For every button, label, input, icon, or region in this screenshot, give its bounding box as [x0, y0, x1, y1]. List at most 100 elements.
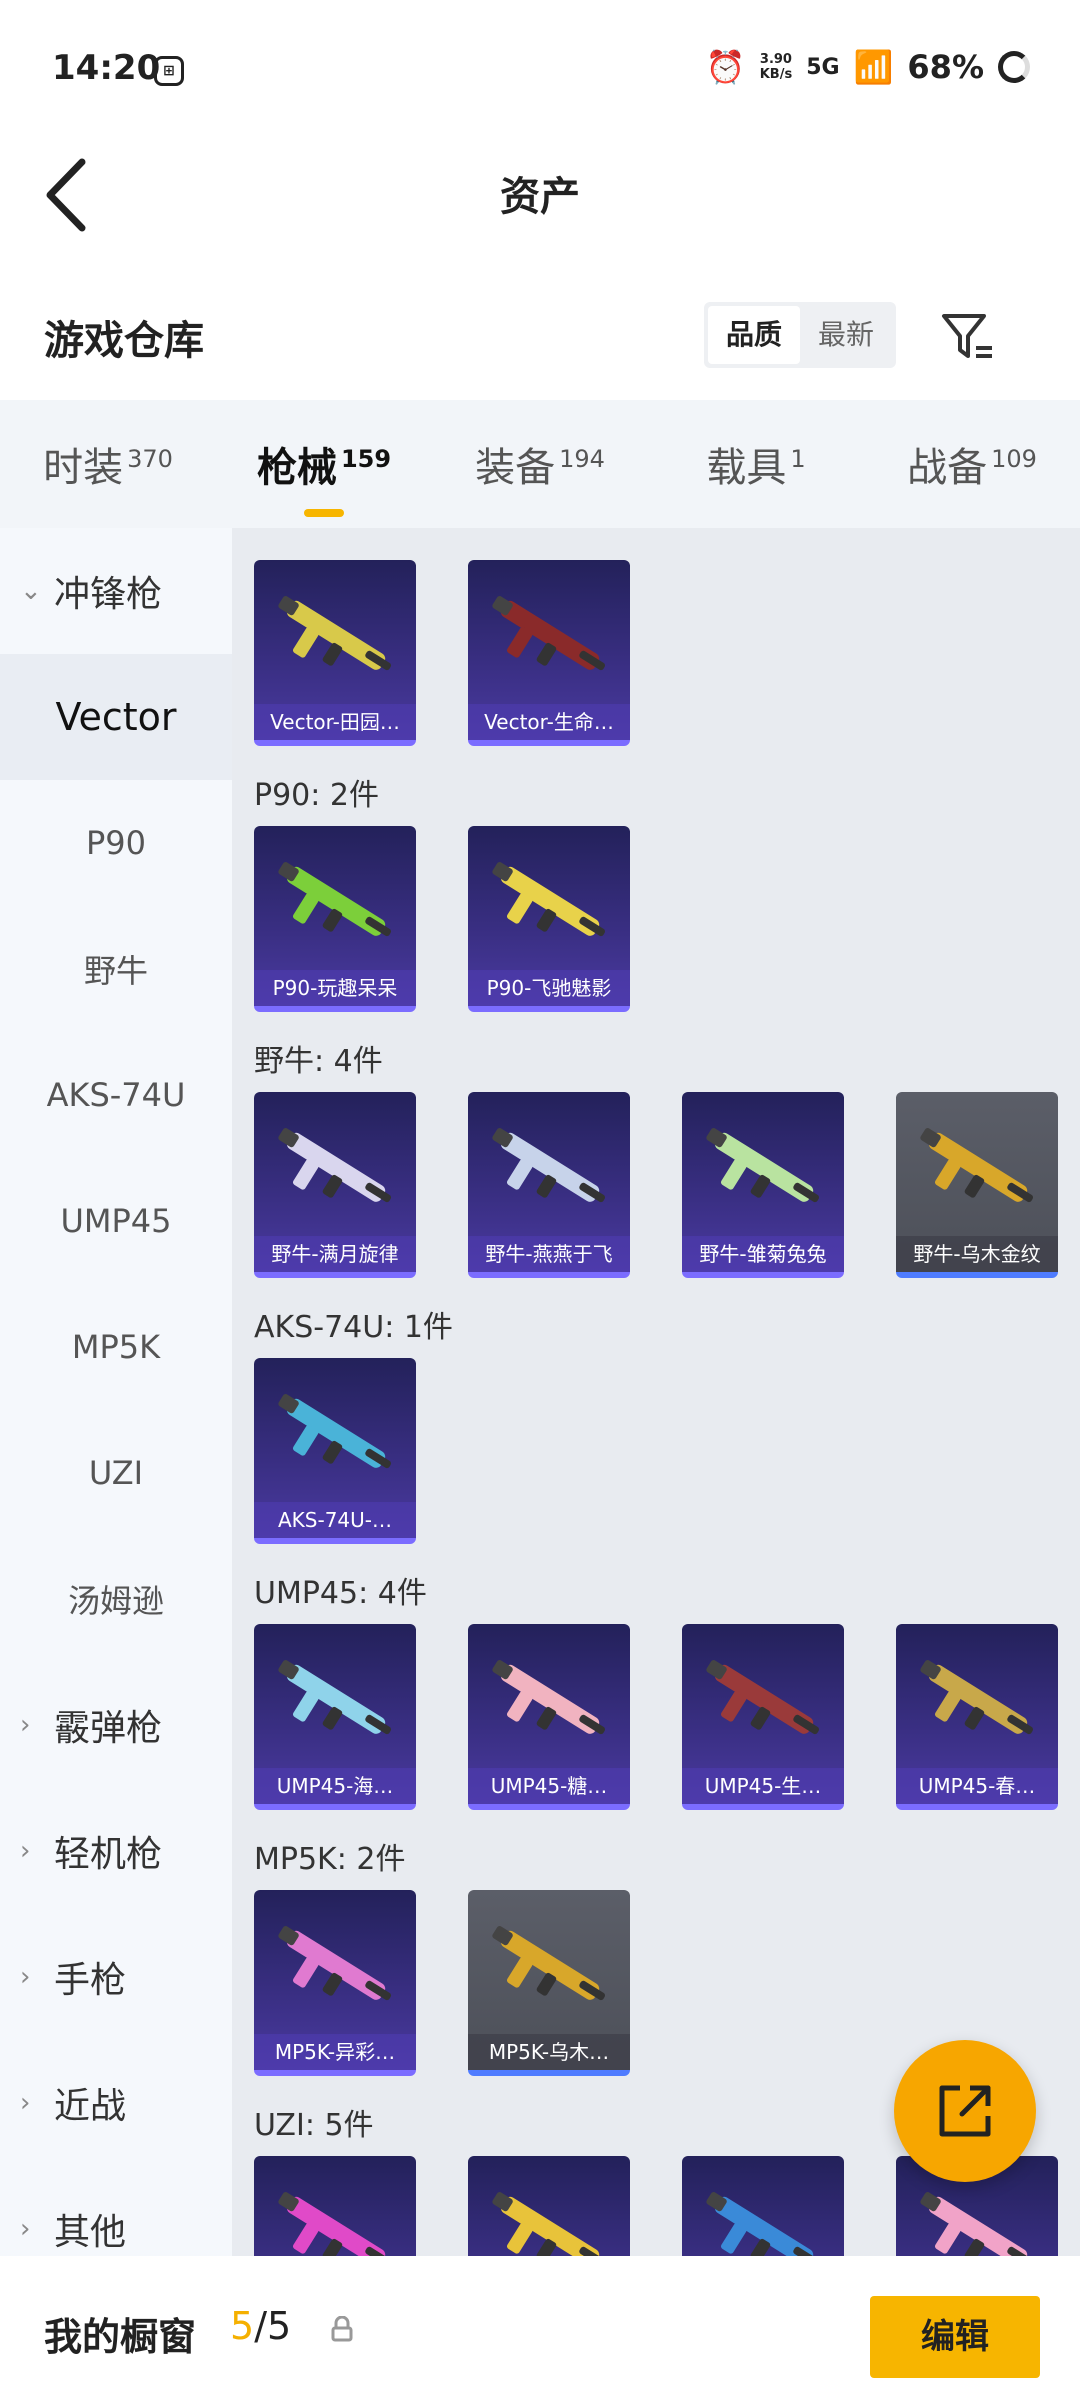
weapon-icon: [492, 596, 606, 671]
sidebar-item-8[interactable]: 汤姆逊: [0, 1536, 232, 1662]
sidebar-item-label: 手枪: [54, 1960, 127, 2001]
tab-label: 装备: [475, 445, 556, 491]
sidebar-item-0[interactable]: ⌄ 冲锋枪: [0, 528, 232, 654]
group-label: MP5K: 2件: [254, 1842, 406, 1877]
tab-count: 370: [127, 445, 173, 473]
clock: 14:20: [52, 48, 161, 88]
tab-3[interactable]: 载具 1: [648, 435, 864, 493]
battery-text: 68%: [907, 48, 984, 86]
weapon-card[interactable]: UMP45-春…: [896, 1624, 1058, 1810]
edit-button[interactable]: 编辑: [870, 2296, 1040, 2378]
tab-2[interactable]: 装备 194: [432, 435, 648, 493]
weapon-grid: Vector-田园… Vector-生命… P90: 2件 P90-玩趣呆呆 P90-飞…: [232, 528, 1080, 2256]
weapon-card[interactable]: [682, 2156, 844, 2256]
weapon-name: 野牛-雏菊兔兔: [682, 1236, 844, 1272]
weapon-icon: [492, 2192, 606, 2256]
sidebar-item-10[interactable]: › 轻机枪: [0, 1788, 232, 1914]
sidebar-item-12[interactable]: › 近战: [0, 2040, 232, 2166]
sidebar-item-label: 冲锋枪: [54, 574, 163, 615]
sort-toggle: 品质 最新: [704, 302, 896, 368]
sidebar-item-label: 汤姆逊: [67, 1582, 164, 1620]
tab-1[interactable]: 枪械 159: [216, 435, 432, 517]
sidebar-item-label: P90: [85, 824, 146, 862]
warehouse-header: 游戏仓库 品质 最新: [0, 250, 1080, 400]
chevron-down-icon: ⌄: [20, 576, 42, 606]
weapon-card[interactable]: AKS-74U-…: [254, 1358, 416, 1544]
weapon-name: 野牛-乌木金纹: [896, 1236, 1058, 1272]
sidebar-item-9[interactable]: › 霰弹枪: [0, 1662, 232, 1788]
sidebar-item-label: 霰弹枪: [54, 1708, 163, 1749]
weapon-name: UMP45-糖…: [468, 1768, 630, 1804]
sidebar-item-label: Vector: [55, 695, 177, 739]
sidebar-item-3[interactable]: 野牛: [0, 906, 232, 1032]
status-icons: ⏰ 3.90 KB/s 5G 📶 68%: [706, 48, 1030, 86]
tab-count: 159: [340, 445, 392, 473]
weapon-name: UMP45-海…: [254, 1768, 416, 1804]
weapon-name: Vector-生命…: [468, 704, 630, 740]
sort-quality[interactable]: 品质: [708, 306, 800, 364]
sidebar-item-7[interactable]: UZI: [0, 1410, 232, 1536]
weapon-icon: [278, 1926, 392, 2001]
showcase-bar: 我的橱窗 5/5 编辑: [0, 2256, 1080, 2400]
weapon-card[interactable]: [468, 2156, 630, 2256]
weapon-icon: [492, 1660, 606, 1735]
net-speed: 3.90 KB/s: [759, 52, 793, 82]
weapon-card[interactable]: UMP45-海…: [254, 1624, 416, 1810]
share-button[interactable]: [894, 2040, 1036, 2182]
weapon-card[interactable]: P90-飞驰魅影: [468, 826, 630, 1012]
sidebar-item-11[interactable]: › 手枪: [0, 1914, 232, 2040]
weapon-name: P90-飞驰魅影: [468, 970, 630, 1006]
weapon-card[interactable]: 野牛-燕燕于飞: [468, 1092, 630, 1278]
sidebar-item-label: UMP45: [60, 1202, 172, 1240]
page-title: 资产: [500, 174, 580, 220]
weapon-card[interactable]: P90-玩趣呆呆: [254, 826, 416, 1012]
share-icon: [939, 2085, 991, 2137]
weapon-card[interactable]: UMP45-生…: [682, 1624, 844, 1810]
battery-icon: [998, 51, 1030, 83]
weapon-icon: [278, 2192, 392, 2256]
sidebar-item-6[interactable]: MP5K: [0, 1284, 232, 1410]
weapon-card[interactable]: MP5K-异彩…: [254, 1890, 416, 2076]
weapon-card[interactable]: Vector-生命…: [468, 560, 630, 746]
weapon-name: UMP45-生…: [682, 1768, 844, 1804]
tab-label: 战备: [907, 445, 988, 491]
weapon-icon: [278, 862, 392, 937]
weapon-icon: [278, 1660, 392, 1735]
sidebar-item-4[interactable]: AKS-74U: [0, 1032, 232, 1158]
weapon-icon: [278, 1128, 392, 1203]
tab-underline: [304, 509, 344, 517]
weapon-card[interactable]: 野牛-雏菊兔兔: [682, 1092, 844, 1278]
tab-4[interactable]: 战备 109: [864, 435, 1080, 493]
showcase-count: 5/5: [230, 2304, 292, 2348]
sidebar-item-1[interactable]: Vector: [0, 654, 232, 780]
weapon-card[interactable]: Vector-田园…: [254, 560, 416, 746]
weapon-icon: [920, 2192, 1034, 2256]
assets-screen: 14:20 ⊞ ⏰ 3.90 KB/s 5G 📶 68% 资产 游戏仓库 品质 …: [0, 0, 1080, 2400]
weapon-icon: [492, 1926, 606, 2001]
weapon-icon: [920, 1660, 1034, 1735]
group-label: AKS-74U: 1件: [254, 1310, 453, 1345]
sort-newest[interactable]: 最新: [800, 306, 892, 364]
tab-label: 时装: [43, 445, 124, 491]
weapon-card[interactable]: UMP45-糖…: [468, 1624, 630, 1810]
sidebar-item-2[interactable]: P90: [0, 780, 232, 906]
app-header: 资产: [0, 140, 1080, 250]
weapon-name: 野牛-满月旋律: [254, 1236, 416, 1272]
chevron-right-icon: ›: [20, 1710, 31, 1740]
tab-count: 194: [559, 445, 605, 473]
sidebar-item-5[interactable]: UMP45: [0, 1158, 232, 1284]
tab-0[interactable]: 时装 370: [0, 435, 216, 493]
chevron-right-icon: ›: [20, 1836, 31, 1866]
weapon-name: P90-玩趣呆呆: [254, 970, 416, 1006]
weapon-name: AKS-74U-…: [254, 1502, 416, 1538]
category-tabs: 时装 370 枪械 159 装备 194 载具 1 战备 109: [0, 400, 1080, 528]
weapon-icon: [706, 1128, 820, 1203]
weapon-card[interactable]: 野牛-满月旋律: [254, 1092, 416, 1278]
weapon-card[interactable]: 野牛-乌木金纹: [896, 1092, 1058, 1278]
sidebar-item-label: MP5K: [71, 1328, 161, 1366]
weapon-name: 野牛-燕燕于飞: [468, 1236, 630, 1272]
signal-icon: 5G: [806, 54, 840, 80]
filter-icon[interactable]: [940, 310, 996, 366]
weapon-card[interactable]: MP5K-乌木…: [468, 1890, 630, 2076]
weapon-card[interactable]: [254, 2156, 416, 2256]
